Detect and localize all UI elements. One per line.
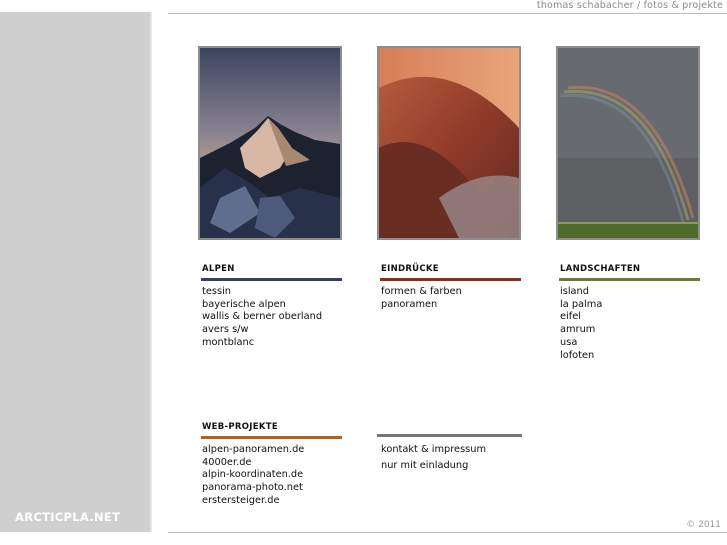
landschaften-link[interactable]: eifel [560,311,581,322]
list-item[interactable]: la palma [559,299,700,312]
list-item[interactable]: panoramen [380,299,521,312]
webprojekt-link[interactable]: 4000er.de [202,457,251,468]
list-item[interactable]: 4000er.de [201,457,342,470]
eindruecke-link[interactable]: formen & farben [381,286,462,297]
invite-link[interactable]: nur mit einladung [381,460,468,471]
site-tagline: thomas schabacher / fotos & projekte [536,0,723,11]
alpen-link[interactable]: montblanc [202,337,254,348]
list-item[interactable]: lofoten [559,350,700,363]
eindruecke-photo[interactable] [377,46,521,240]
webprojekt-link[interactable]: alpin-koordinaten.de [202,469,303,480]
copyright: © 2011 [686,520,721,530]
landschaften-link[interactable]: amrum [560,324,595,335]
section-alpen-list: tessin bayerische alpen wallis & berner … [201,286,342,350]
alpen-link[interactable]: tessin [202,286,231,297]
section-eindruecke: EINDRÜCKE formen & farben panoramen [380,264,521,311]
sidebar [0,12,152,532]
section-alpen-title: ALPEN [201,264,342,281]
section-eindruecke-title: EINDRÜCKE [380,264,521,281]
list-item[interactable]: eifel [559,311,700,324]
list-item[interactable]: erstersteiger.de [201,495,342,508]
landschaften-link[interactable]: island [560,286,589,297]
section-webprojekte: WEB-PROJEKTE alpen-panoramen.de 4000er.d… [201,422,342,508]
webprojekt-link[interactable]: alpen-panoramen.de [202,444,304,455]
landschaften-link[interactable]: usa [560,337,577,348]
list-item[interactable]: wallis & berner oberland [201,311,342,324]
contact-link[interactable]: kontakt & impressum [381,444,486,455]
list-item[interactable]: kontakt & impressum [377,442,522,458]
alpen-link[interactable]: avers s/w [202,324,249,335]
webprojekt-link[interactable]: erstersteiger.de [202,495,280,506]
section-alpen: ALPEN tessin bayerische alpen wallis & b… [201,264,342,350]
section-contact-list: kontakt & impressum nur mit einladung [377,442,522,473]
section-contact: kontakt & impressum nur mit einladung [377,434,522,473]
top-divider [168,13,727,14]
list-item[interactable]: alpen-panoramen.de [201,444,342,457]
list-item[interactable]: alpin-koordinaten.de [201,469,342,482]
site-brand-logo[interactable]: ARCTICPLA.NET [15,510,120,524]
list-item[interactable]: tessin [201,286,342,299]
section-landschaften: LANDSCHAFTEN island la palma eifel amrum… [559,264,700,362]
alpen-link[interactable]: wallis & berner oberland [202,311,322,322]
list-item[interactable]: amrum [559,324,700,337]
alpen-photo[interactable] [198,46,342,240]
section-eindruecke-list: formen & farben panoramen [380,286,521,311]
list-item[interactable]: montblanc [201,337,342,350]
list-item[interactable]: panorama-photo.net [201,482,342,495]
section-landschaften-title: LANDSCHAFTEN [559,264,700,281]
list-item[interactable]: bayerische alpen [201,299,342,312]
section-landschaften-list: island la palma eifel amrum usa lofoten [559,286,700,362]
landschaften-photo[interactable] [556,46,700,240]
bottom-divider [168,532,727,533]
eindruecke-link[interactable]: panoramen [381,299,437,310]
list-item[interactable]: island [559,286,700,299]
contact-divider [377,434,522,437]
list-item[interactable]: formen & farben [380,286,521,299]
section-webprojekte-title: WEB-PROJEKTE [201,422,342,439]
list-item[interactable]: avers s/w [201,324,342,337]
section-webprojekte-list: alpen-panoramen.de 4000er.de alpin-koord… [201,444,342,508]
webprojekt-link[interactable]: panorama-photo.net [202,482,303,493]
landschaften-link[interactable]: la palma [560,299,602,310]
list-item[interactable]: nur mit einladung [377,458,522,474]
list-item[interactable]: usa [559,337,700,350]
landschaften-link[interactable]: lofoten [560,350,594,361]
alpen-link[interactable]: bayerische alpen [202,299,286,310]
